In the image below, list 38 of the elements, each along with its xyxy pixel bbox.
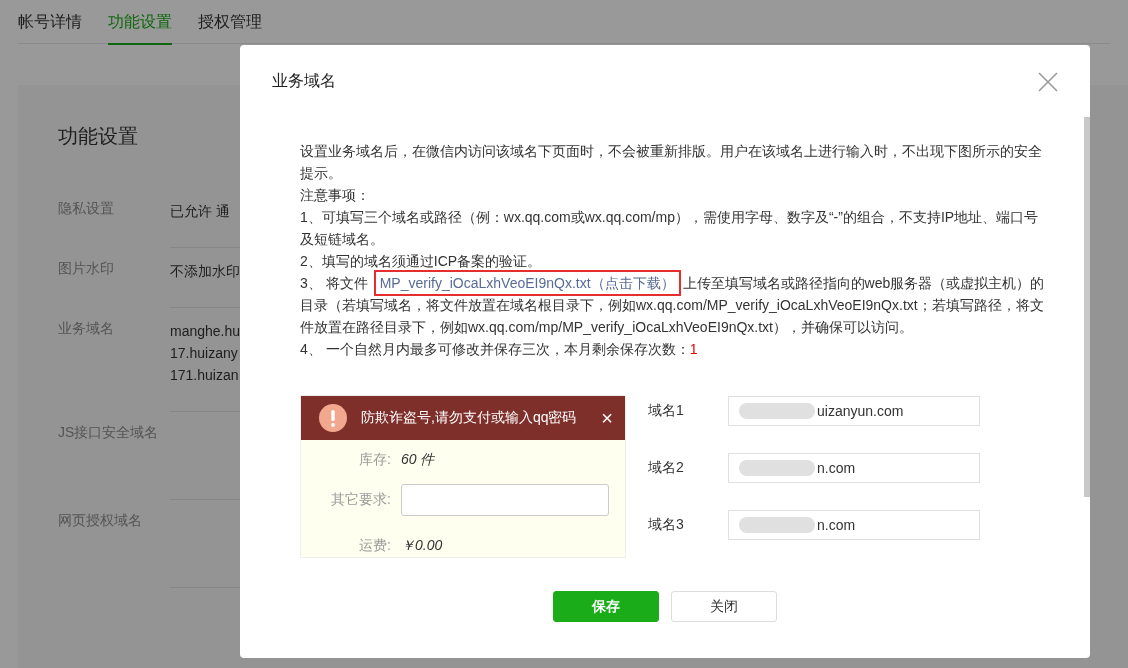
note-text: 注意事项：	[300, 186, 371, 205]
note-text: 4、 一个自然月内最多可修改并保存三次，本月剩余保存次数：1	[300, 340, 699, 359]
close-icon[interactable]	[1038, 71, 1058, 92]
scrollbar[interactable]	[1084, 117, 1090, 497]
setting-value: 已允许 通	[170, 202, 231, 221]
warning-text: 防欺诈盗号,请勿支付或输入qq密码	[361, 409, 578, 427]
note-text: 设置业务域名后，在微信内访问该域名下页面时，不会被重新排版。用户在该域名上进行输入时，不出现下图所示的安全提示。	[300, 142, 1043, 183]
note-text: 1、可填写三个域名或路径（例：wx.qq.com或wx.qq.com/mp），需使用字母、数字及“-”的组合，不支持IP地址、端口号及短链域名。	[300, 208, 1040, 249]
form-label: 运费:	[358, 537, 391, 555]
download-link[interactable]: MP_verify_iOcaLxhVeoEI9nQx.txt（点击下载）	[373, 270, 681, 296]
domain-input[interactable]: n.com	[728, 453, 980, 483]
setting-label: 业务域名	[58, 319, 115, 338]
setting-label: 图片水印	[58, 259, 115, 278]
setting-label: 网页授权域名	[58, 511, 143, 530]
domain-input[interactable]: n.com	[728, 510, 980, 540]
form-value: 60 件	[401, 451, 435, 469]
close-button[interactable]: 关闭	[671, 591, 777, 622]
domain-label: 域名1	[648, 402, 685, 420]
form-label: 其它要求:	[330, 491, 391, 509]
setting-value: 171.huizan	[170, 366, 240, 385]
form-value: ￥0.00	[401, 537, 443, 555]
note-text: 2、填写的域名须通过ICP备案的验证。	[300, 252, 543, 271]
domain-label: 域名2	[648, 459, 685, 477]
close-button[interactable]: ×	[601, 406, 613, 430]
setting-label: 隐私设置	[58, 199, 115, 218]
note-text: 3、 将文件 MP_verify_iOcaLxhVeoEI9nQx.txt（点击下载） 上传至填写域名或路径指向的web服务器（或虚拟主机）的目录（若填写域名，将文件放置在域名根目录下，例如wx.qq.com/MP_verify_iOcaLxhVeoEI9nQx.txt；若填写路径，将文件放置在路径目录下，例如wx.qq.com/mp/MP_verify_iOcaLxhVeoEI9nQx.txt），并确保可以访问。	[300, 272, 1050, 338]
domain-input[interactable]: uizanyun.com	[728, 396, 980, 426]
input-field[interactable]	[401, 484, 609, 516]
setting-value: 不添加水印	[170, 262, 240, 281]
dialog-title: 业务域名	[272, 71, 336, 91]
alert-icon	[319, 404, 347, 432]
setting-value: 17.huizany	[170, 344, 239, 363]
panel-title: 功能设置	[58, 124, 139, 149]
form-label: 库存:	[358, 451, 391, 469]
setting-value: manghe.hu	[170, 322, 240, 341]
tab[interactable]: 授权管理	[198, 0, 262, 43]
tab[interactable]: 帐号详情	[18, 0, 82, 43]
domain-label: 域名3	[648, 516, 685, 534]
